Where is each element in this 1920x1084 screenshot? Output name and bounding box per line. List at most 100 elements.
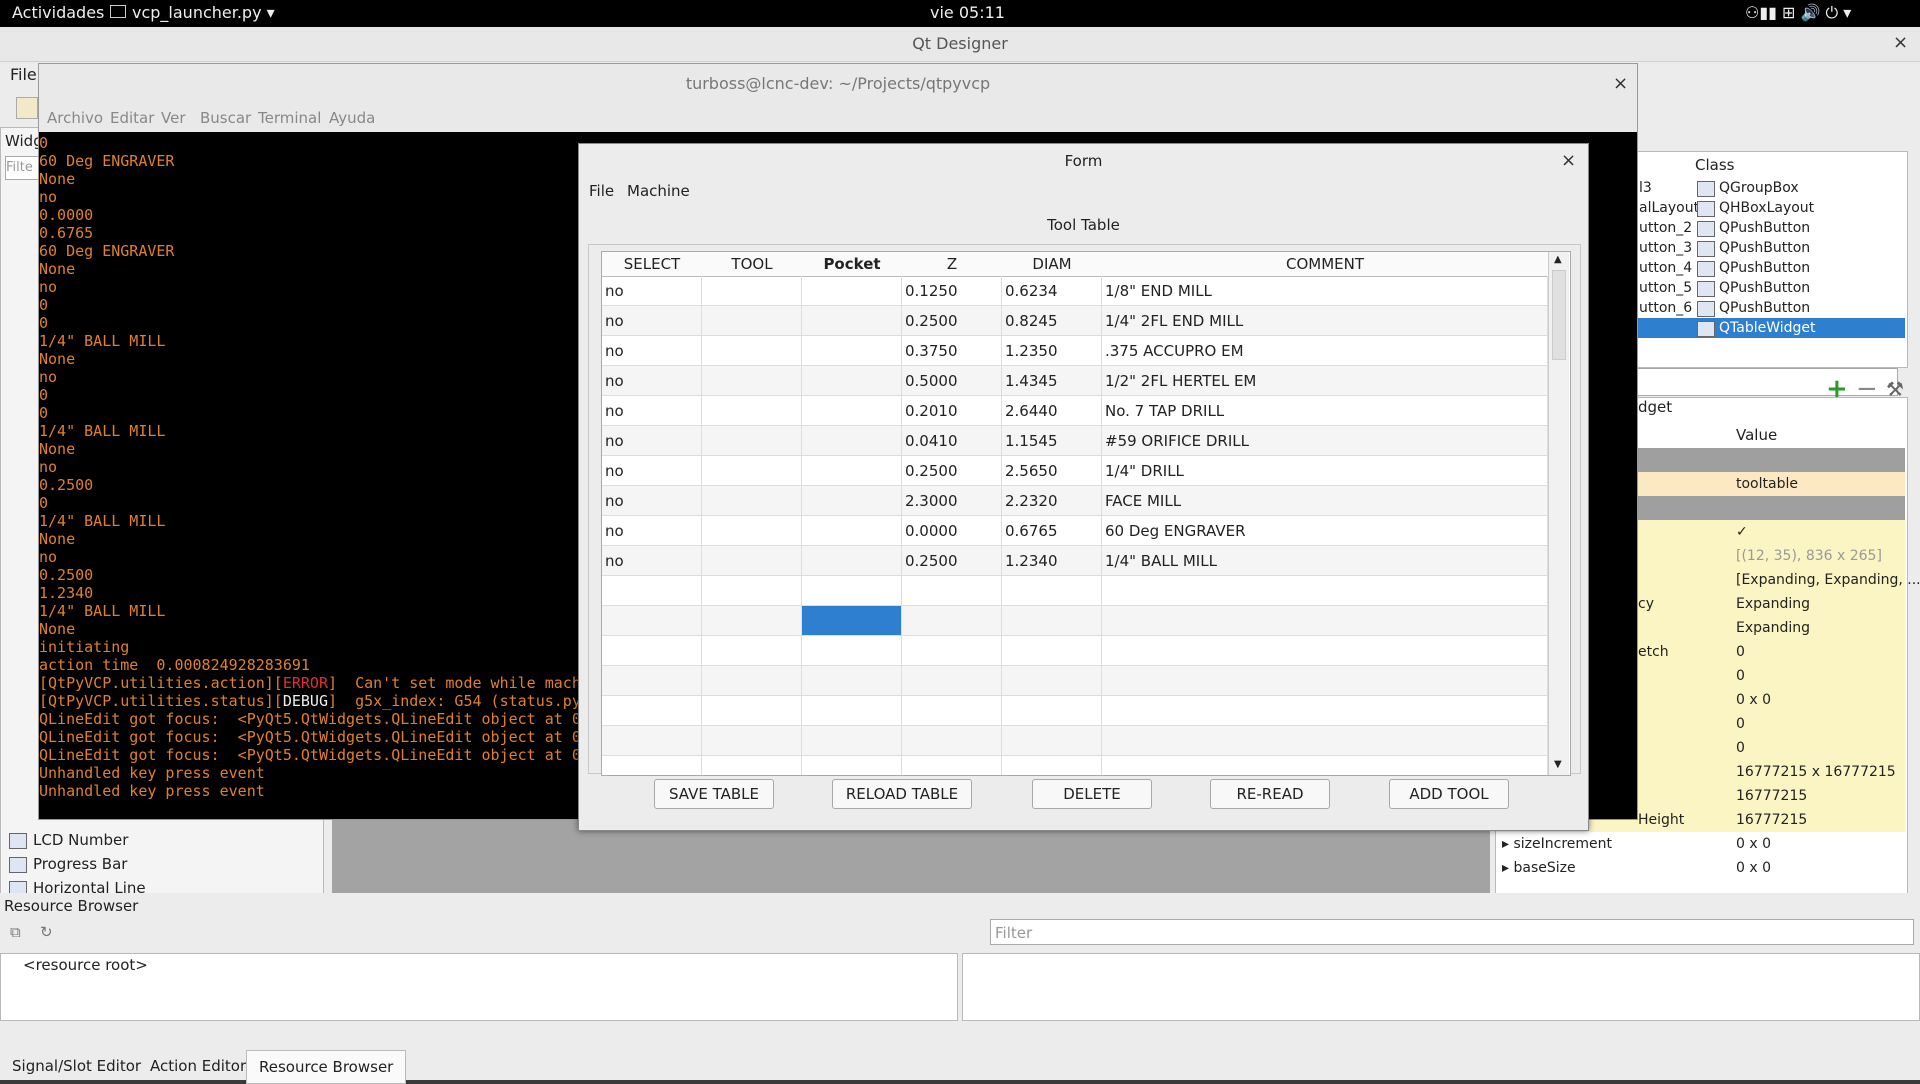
table-cell[interactable]: 60 Deg ENGRAVER bbox=[1102, 516, 1548, 546]
column-header-tool[interactable]: TOOL bbox=[702, 252, 803, 277]
scroll-down-icon[interactable]: ▼ bbox=[1554, 759, 1562, 770]
table-cell[interactable] bbox=[702, 426, 802, 456]
table-cell[interactable] bbox=[602, 726, 702, 756]
table-cell[interactable] bbox=[902, 576, 1002, 606]
table-cell[interactable] bbox=[1102, 576, 1548, 606]
form-menu-file[interactable]: File bbox=[589, 182, 614, 200]
property-value[interactable]: 0 bbox=[1736, 640, 1745, 664]
table-cell[interactable]: 0.2500 bbox=[902, 546, 1002, 576]
add-tool-button[interactable]: ADD TOOL bbox=[1389, 779, 1509, 809]
table-cell[interactable] bbox=[1002, 636, 1102, 666]
property-value[interactable]: tooltable bbox=[1736, 472, 1798, 496]
table-cell[interactable] bbox=[602, 666, 702, 696]
form-menu-machine[interactable]: Machine bbox=[627, 182, 690, 200]
tab-resource-browser[interactable]: Resource Browser bbox=[246, 1050, 407, 1084]
add-dynamic-property-icon[interactable]: + bbox=[1826, 376, 1848, 402]
table-cell[interactable]: 0.6765 bbox=[1002, 516, 1102, 546]
designer-close-icon[interactable]: × bbox=[1893, 32, 1908, 53]
table-cell[interactable] bbox=[1002, 756, 1102, 775]
system-tray[interactable]: ⚇▮▮ ⊞ 🔊 ⏻ ▾ bbox=[1745, 3, 1851, 23]
table-cell[interactable]: no bbox=[602, 276, 702, 306]
table-cell[interactable] bbox=[802, 306, 902, 336]
table-cell[interactable] bbox=[702, 696, 802, 726]
property-value[interactable]: ✓ bbox=[1736, 520, 1748, 544]
designer-file-menu[interactable]: File bbox=[10, 65, 37, 84]
table-cell[interactable]: 2.3000 bbox=[902, 486, 1002, 516]
property-row[interactable]: ▸ sizeIncrement 0 x 0 bbox=[1496, 832, 1905, 856]
table-cell[interactable] bbox=[702, 366, 802, 396]
table-cell[interactable]: 2.2320 bbox=[1002, 486, 1102, 516]
table-cell[interactable]: 0.0000 bbox=[902, 516, 1002, 546]
table-cell[interactable]: 1/4" 2FL END MILL bbox=[1102, 306, 1548, 336]
table-cell[interactable]: 0.2500 bbox=[902, 306, 1002, 336]
table-cell[interactable] bbox=[702, 396, 802, 426]
table-cell[interactable] bbox=[702, 306, 802, 336]
property-value[interactable]: 0 bbox=[1736, 712, 1745, 736]
edit-resources-icon[interactable]: ⧉ bbox=[10, 923, 21, 941]
terminal-menu-archivo[interactable]: Archivo bbox=[47, 109, 103, 127]
table-cell[interactable]: no bbox=[602, 546, 702, 576]
table-cell[interactable] bbox=[802, 336, 902, 366]
column-header-select[interactable]: SELECT bbox=[602, 252, 703, 277]
table-cell[interactable]: 2.5650 bbox=[1002, 456, 1102, 486]
property-value[interactable]: 0 x 0 bbox=[1736, 856, 1771, 880]
table-cell[interactable] bbox=[1002, 666, 1102, 696]
table-cell[interactable]: no bbox=[602, 486, 702, 516]
reload-table-button[interactable]: RELOAD TABLE bbox=[832, 779, 972, 809]
activities-button[interactable]: Actividades bbox=[12, 3, 104, 22]
terminal-close-icon[interactable]: × bbox=[1613, 73, 1628, 94]
table-cell[interactable]: no bbox=[602, 426, 702, 456]
table-cell[interactable] bbox=[602, 576, 702, 606]
table-cell[interactable] bbox=[602, 636, 702, 666]
table-cell[interactable]: 1.1545 bbox=[1002, 426, 1102, 456]
table-cell[interactable] bbox=[802, 516, 902, 546]
table-cell[interactable] bbox=[902, 666, 1002, 696]
property-value[interactable]: Expanding bbox=[1736, 616, 1810, 640]
table-cell[interactable] bbox=[702, 336, 802, 366]
scroll-up-icon[interactable]: ▲ bbox=[1554, 254, 1562, 265]
configure-icon[interactable]: ⚒ bbox=[1886, 377, 1904, 401]
table-cell[interactable] bbox=[802, 756, 902, 775]
terminal-menu-ver[interactable]: Ver bbox=[161, 109, 186, 127]
table-cell[interactable]: no bbox=[602, 366, 702, 396]
table-cell[interactable]: #59 ORIFICE DRILL bbox=[1102, 426, 1548, 456]
table-cell[interactable] bbox=[802, 396, 902, 426]
column-header-comment[interactable]: COMMENT bbox=[1102, 252, 1549, 277]
table-cell[interactable]: 0.2010 bbox=[902, 396, 1002, 426]
widget-filter-input[interactable]: Filte bbox=[5, 156, 41, 180]
object-row[interactable]: utton_3 QPushButton bbox=[1637, 238, 1905, 258]
table-cell[interactable]: FACE MILL bbox=[1102, 486, 1548, 516]
object-row[interactable]: QTableWidget bbox=[1637, 318, 1905, 338]
property-value[interactable]: 16777215 bbox=[1736, 784, 1807, 808]
table-cell[interactable] bbox=[602, 696, 702, 726]
app-menu[interactable]: vcp_launcher.py ▾ bbox=[110, 3, 275, 22]
table-cell[interactable]: No. 7 TAP DRILL bbox=[1102, 396, 1548, 426]
table-cell[interactable] bbox=[802, 426, 902, 456]
resource-tree[interactable]: <resource root> bbox=[0, 953, 958, 1021]
terminal-output[interactable]: 0 60 Deg ENGRAVER None no 0.0000 0.6765 60 Deg… bbox=[39, 134, 659, 819]
widget-lcd-number[interactable]: LCD Number bbox=[9, 831, 128, 849]
table-cell[interactable] bbox=[802, 276, 902, 306]
resource-root[interactable]: <resource root> bbox=[23, 956, 148, 974]
table-cell[interactable]: no bbox=[602, 336, 702, 366]
table-cell[interactable]: 2.6440 bbox=[1002, 396, 1102, 426]
table-cell[interactable] bbox=[802, 576, 902, 606]
table-cell[interactable] bbox=[902, 726, 1002, 756]
table-cell[interactable] bbox=[1002, 726, 1102, 756]
tab-action-editor[interactable]: Action Editor bbox=[138, 1050, 258, 1082]
table-cell[interactable] bbox=[702, 756, 802, 775]
table-cell[interactable]: no bbox=[602, 396, 702, 426]
table-cell[interactable] bbox=[702, 546, 802, 576]
table-cell[interactable] bbox=[802, 636, 902, 666]
widget-progress-bar[interactable]: Progress Bar bbox=[9, 855, 127, 873]
table-cell[interactable]: 0.8245 bbox=[1002, 306, 1102, 336]
table-cell[interactable] bbox=[602, 606, 702, 636]
table-cell[interactable] bbox=[702, 516, 802, 546]
clock[interactable]: vie 05:11 bbox=[930, 3, 1005, 22]
table-cell[interactable] bbox=[1102, 696, 1548, 726]
property-value[interactable]: 0 x 0 bbox=[1736, 832, 1771, 856]
table-cell[interactable] bbox=[802, 606, 902, 636]
table-vertical-scrollbar[interactable]: ▲ ▼ bbox=[1548, 252, 1569, 775]
property-row[interactable]: ▸ baseSize 0 x 0 bbox=[1496, 856, 1905, 880]
resource-view[interactable] bbox=[962, 953, 1920, 1021]
